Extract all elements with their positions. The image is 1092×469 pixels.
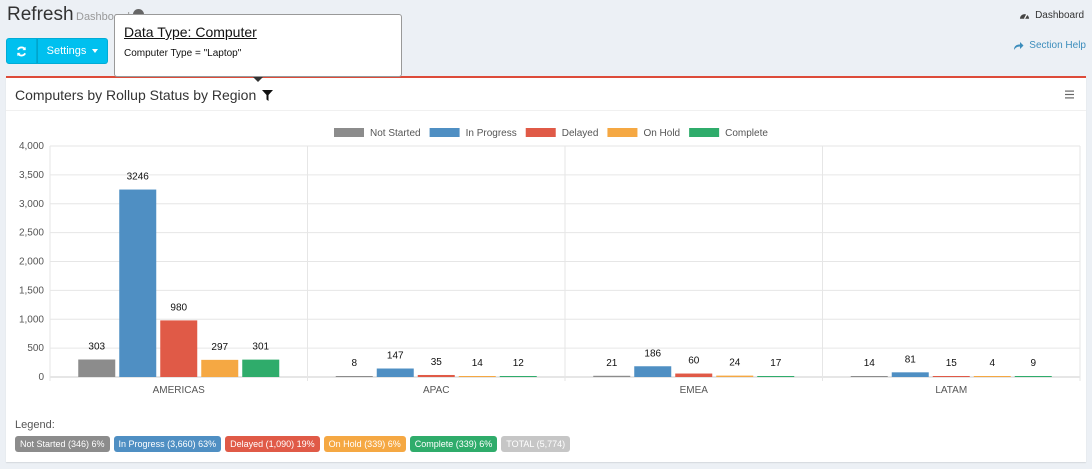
data-label: 12 [513, 358, 525, 369]
bar [634, 366, 672, 377]
x-tick-label: EMEA [680, 385, 709, 396]
caret-down-icon [92, 49, 99, 53]
filter-tooltip: Data Type: Computer Computer Type = "Lap… [114, 14, 402, 77]
data-label: 4 [989, 358, 995, 369]
chart-panel: Computers by Rollup Status by Region Not… [6, 76, 1086, 462]
y-tick-label: 0 [38, 372, 44, 383]
bar [458, 376, 496, 377]
x-tick-label: APAC [423, 385, 450, 396]
section-help-label: Section Help [1029, 40, 1086, 51]
bar [242, 359, 280, 377]
settings-label: Settings [46, 45, 87, 57]
data-label: 14 [472, 358, 484, 369]
toolbar-button-group: Settings [6, 38, 108, 64]
data-label: 60 [688, 356, 700, 367]
summary-badge[interactable]: Complete (339) 6% [409, 436, 498, 452]
dashboard-link[interactable]: Dashboard [1019, 10, 1084, 21]
data-label: 303 [88, 342, 105, 353]
data-label: 81 [905, 354, 917, 365]
refresh-icon [17, 46, 26, 56]
summary-badges: Not Started (346) 6% In Progress (3,660) … [15, 436, 571, 452]
bar [78, 359, 116, 377]
y-tick-label: 2,500 [19, 228, 44, 239]
refresh-button[interactable] [6, 38, 37, 64]
bar [850, 376, 888, 377]
y-tick-label: 3,000 [19, 199, 44, 210]
data-label: 297 [211, 342, 228, 353]
data-label: 14 [864, 358, 876, 369]
legend-entry: Complete [725, 128, 768, 139]
settings-dropdown-button[interactable]: Settings [37, 38, 108, 64]
legend-entry: In Progress [466, 128, 517, 139]
legend-heading: Legend: [15, 419, 55, 431]
dashboard-link-label: Dashboard [1035, 10, 1084, 21]
legend-swatch [429, 128, 460, 137]
data-label: 24 [729, 358, 741, 369]
y-tick-label: 4,000 [19, 141, 44, 152]
legend-swatch [607, 128, 638, 137]
dashboard-gauge-icon [1019, 14, 1030, 19]
summary-badge[interactable]: On Hold (339) 6% [323, 436, 406, 452]
y-tick-label: 1,000 [19, 314, 44, 325]
bar [160, 320, 198, 377]
legend-entry: Not Started [370, 128, 421, 139]
bar-chart: Not Started In Progress Delayed On Hold Comp… [19, 128, 1081, 396]
y-tick-label: 500 [27, 343, 44, 354]
data-label: 17 [770, 358, 782, 369]
data-label: 301 [252, 342, 269, 353]
data-label: 980 [170, 302, 187, 313]
data-label: 147 [387, 351, 404, 362]
data-label: 186 [644, 348, 661, 359]
summary-badge[interactable]: TOTAL (5,774) [501, 436, 571, 452]
bar [973, 376, 1011, 377]
bar [376, 368, 414, 377]
data-label: 15 [946, 358, 958, 369]
bar [417, 374, 455, 377]
bar [757, 376, 795, 377]
share-arrow-icon [1014, 41, 1024, 50]
legend-entry: Delayed [562, 128, 599, 139]
y-tick-label: 3,500 [19, 170, 44, 181]
legend-swatch [525, 128, 556, 137]
summary-badge[interactable]: Delayed (1,090) 19% [225, 436, 320, 452]
tooltip-title: Data Type: Computer [124, 24, 257, 40]
data-label: 8 [351, 358, 357, 369]
y-tick-label: 1,500 [19, 285, 44, 296]
tooltip-body: Computer Type = "Laptop" [124, 48, 242, 59]
bar [119, 189, 157, 377]
bar [891, 372, 929, 377]
legend-swatch [689, 128, 720, 137]
section-help-link[interactable]: Section Help [1013, 40, 1086, 51]
summary-badge[interactable]: In Progress (3,660) 63% [113, 436, 222, 452]
tooltip-arrow [253, 77, 263, 82]
bar [335, 376, 373, 377]
legend-entry: On Hold [643, 128, 680, 139]
data-label: 21 [606, 358, 618, 369]
summary-badge[interactable]: Not Started (346) 6% [15, 436, 110, 452]
legend-swatch [334, 128, 364, 137]
y-tick-label: 2,000 [19, 257, 44, 268]
bar [1014, 376, 1052, 377]
data-label: 9 [1030, 358, 1036, 369]
bar [593, 375, 631, 377]
x-tick-label: LATAM [935, 385, 967, 396]
data-label: 3246 [127, 172, 150, 183]
bar [716, 375, 754, 377]
bar [932, 376, 970, 377]
bar [675, 373, 713, 377]
data-label: 35 [431, 357, 443, 368]
bar [201, 359, 239, 377]
x-tick-label: AMERICAS [153, 385, 206, 396]
bar [499, 376, 537, 377]
page-title: Refresh [7, 4, 74, 25]
